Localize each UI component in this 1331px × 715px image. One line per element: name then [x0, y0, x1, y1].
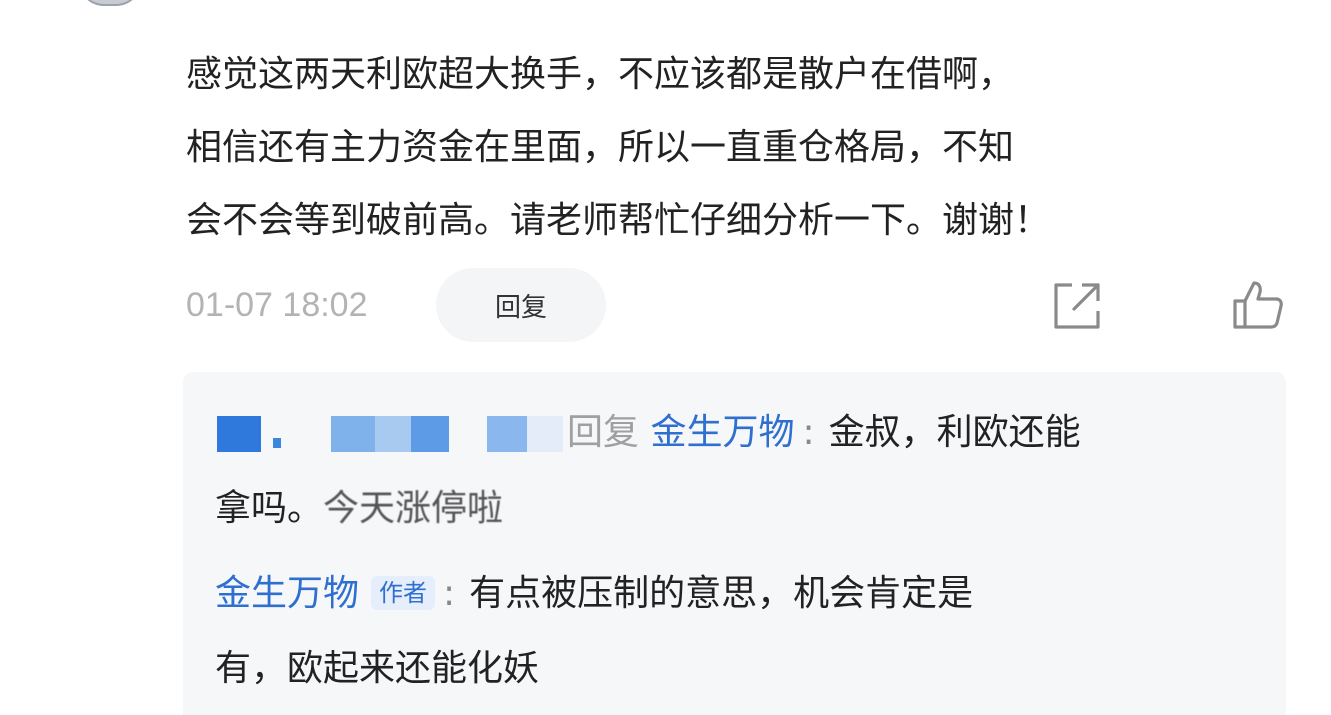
comment-line: 感觉这两天利欧超大换手，不应该都是散户在借啊， — [186, 54, 1015, 95]
thumbs-up-icon[interactable] — [1232, 279, 1284, 331]
reply-text: 拿吗。 — [215, 488, 324, 529]
reply-label: 回复 — [567, 412, 640, 453]
reply-text: 金叔，利欧还能 — [828, 412, 1081, 453]
comment-body: 感觉这两天利欧超大换手，不应该都是散户在借啊， 相信还有主力资金在里面，所以一直… — [186, 38, 1286, 257]
colon: : — [802, 412, 815, 453]
reply-text-continued: 拿吗。今天涨停啦 — [215, 484, 503, 534]
share-icon[interactable] — [1052, 281, 1102, 331]
reply-text: 有，欧起来还能化妖 — [215, 648, 540, 689]
comment-timestamp: 01-07 18:02 — [186, 286, 368, 324]
reply-target-name[interactable]: 金生万物 — [650, 412, 794, 453]
colon: : — [443, 573, 456, 614]
reply-thread: 回复 金生万物: 金叔，利欧还能 拿吗。今天涨停啦 金生万物 作者: 有点被压制的意思… — [183, 372, 1286, 715]
reply-button[interactable]: 回复 — [436, 268, 606, 342]
reply-item: 金生万物 作者: 有点被压制的意思，机会肯定是 — [215, 569, 973, 619]
author-badge: 作者 — [371, 576, 436, 610]
reply-item: 回复 金生万物: 金叔，利欧还能 — [215, 408, 1081, 458]
author-name[interactable]: 金生万物 — [215, 573, 359, 614]
reply-text: 有点被压制的意思，机会肯定是 — [469, 573, 974, 614]
reply-text-blurred: 今天涨停啦 — [323, 488, 504, 529]
comment-line: 相信还有主力资金在里面，所以一直重仓格局，不知 — [186, 127, 1015, 168]
avatar[interactable] — [78, 0, 142, 6]
reply-text-continued: 有，欧起来还能化妖 — [215, 644, 539, 694]
masked-username[interactable] — [215, 408, 567, 458]
comment-line: 会不会等到破前高。请老师帮忙仔细分析一下。谢谢！ — [186, 200, 1051, 241]
